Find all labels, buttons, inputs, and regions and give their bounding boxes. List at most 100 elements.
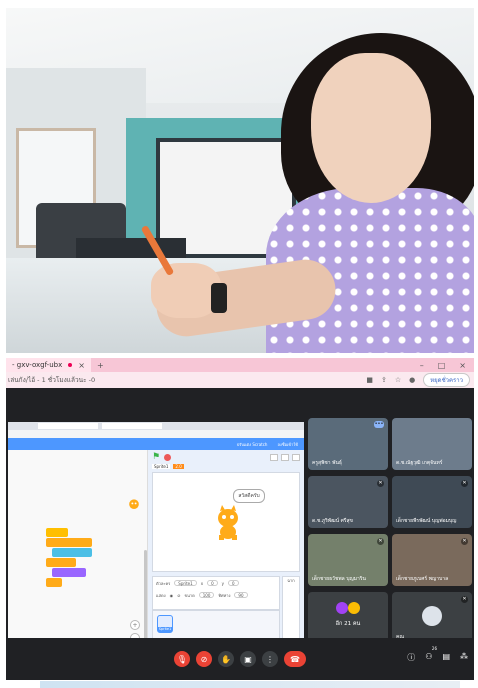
stage-controls: ⚑ xyxy=(148,450,304,464)
meet-screenshot: - gxv-oxgf-ubx × + – □ × เล่นกัง/ไอ้ - 1… xyxy=(6,358,474,680)
avatar xyxy=(422,606,442,626)
green-flag-icon[interactable]: ⚑ xyxy=(152,452,160,462)
camera-button[interactable]: ⊘ xyxy=(196,651,212,667)
sprite-thumb-name: Sprite1 xyxy=(158,627,172,632)
meet-control-bar: 🎙 ⊘ ✋ ▣ ⋮ ☎ ⓘ ⚇ ▤ ⁂ 26 xyxy=(6,638,474,680)
people-count-badge: 26 xyxy=(431,646,437,651)
mic-off-icon: ✕ xyxy=(461,480,468,487)
participant-name: เด็กชายพีรพัฒน์ บุญพ่อมบุญ xyxy=(396,518,457,524)
direction-label: ทิศทาง xyxy=(218,592,231,598)
present-button[interactable]: ▣ xyxy=(240,651,256,667)
participant-tile[interactable]: ✕ เด็กชายภูเบศร์ พญาบาล xyxy=(392,534,472,586)
code-block[interactable] xyxy=(46,528,68,537)
close-window-button[interactable]: × xyxy=(459,361,466,370)
sprite-field-label: ตัวละคร xyxy=(156,580,171,586)
mic-button[interactable]: 🎙 xyxy=(174,651,190,667)
sprite-info-panel: ตัวละคร Sprite1 x 0 y 0 แสดง ◉ ⊘ ขนาด 10… xyxy=(152,576,280,610)
show-visible-icon[interactable]: ◉ xyxy=(170,593,174,598)
taskbar-strip xyxy=(40,681,460,688)
more-options-button[interactable]: ⋮ xyxy=(262,651,278,667)
minimize-button[interactable]: – xyxy=(420,361,424,370)
direction-input[interactable]: 90 xyxy=(234,592,248,598)
tab-close-icon[interactable]: × xyxy=(78,361,85,370)
large-stage-button[interactable] xyxy=(281,453,289,461)
new-tab-button[interactable]: + xyxy=(97,361,104,370)
info-icon[interactable]: ⓘ xyxy=(407,652,415,663)
stage-view-buttons xyxy=(270,453,304,461)
avatar xyxy=(348,602,360,614)
participant-tile[interactable]: ✕ ด.ช.ภูริพัฒน์ ศรีสุข xyxy=(308,476,388,528)
sprite-name-input[interactable]: Sprite1 xyxy=(174,580,197,586)
participant-name: ด.ช.ภูริพัฒน์ ศรีสุข xyxy=(312,518,353,524)
shared-screen: ปรับแต่ง Scratch ลงชื่อเข้าใช้ + − xyxy=(8,422,304,670)
people-icon[interactable]: ⚇ xyxy=(425,652,432,663)
participant-name: ครูสุพิชา พันธุ์ xyxy=(312,460,342,466)
window-controls: – □ × xyxy=(420,361,474,370)
sprite-thumbnail[interactable]: Sprite1 xyxy=(157,615,173,633)
backdrop-label: ฉาก xyxy=(287,578,295,583)
mic-off-icon: ✕ xyxy=(461,538,468,545)
scratch-code-area[interactable]: + − = xyxy=(8,450,148,670)
share-icon[interactable]: ⇪ xyxy=(381,376,387,384)
participant-tile[interactable]: ••• ครูสุพิชา พันธุ์ xyxy=(308,418,388,470)
shared-browser-tabs xyxy=(8,422,304,430)
code-block[interactable] xyxy=(46,538,92,547)
stop-icon[interactable] xyxy=(164,453,172,461)
side-controls: ⓘ ⚇ ▤ ⁂ xyxy=(407,652,468,663)
y-label: y xyxy=(221,580,224,586)
participant-tile[interactable]: ✕ เด็กชายพีรพัฒน์ บุญพ่อมบุญ xyxy=(392,476,472,528)
code-block[interactable] xyxy=(46,558,76,567)
maximize-button[interactable]: □ xyxy=(438,361,446,370)
mic-off-icon: ✕ xyxy=(377,538,384,545)
y-input[interactable]: 0 xyxy=(228,580,239,586)
speech-bubble: สวัสดีครับ xyxy=(233,489,265,503)
small-stage-button[interactable] xyxy=(270,453,278,461)
stage-labels: Sprite1 2.0 xyxy=(152,464,184,469)
camera-icon[interactable]: ■ xyxy=(366,376,373,384)
show-hidden-icon[interactable]: ⊘ xyxy=(177,593,180,598)
end-call-button[interactable]: ☎ xyxy=(284,651,306,667)
shared-url-bar xyxy=(8,430,304,438)
size-label: ขนาด xyxy=(184,592,195,598)
scratch-header-link[interactable]: ลงชื่อเข้าใช้ xyxy=(277,441,298,448)
stage-tag: 2.0 xyxy=(173,464,184,469)
url-text[interactable]: เล่นกัง/ไอ้ - 1 ชั่วโมงแล้วนะ -0 xyxy=(8,375,95,385)
participant-tile[interactable]: ✕ เด็กชายธวัชพล บุญมาริน xyxy=(308,534,388,586)
mic-off-icon: ✕ xyxy=(377,480,384,487)
scratch-stage[interactable]: สวัสดีครับ xyxy=(152,472,300,572)
others-tile[interactable]: อีก 21 คน xyxy=(308,592,388,644)
pause-pill[interactable]: หยุดชั่วคราว xyxy=(423,373,470,387)
more-options-icon[interactable]: ••• xyxy=(374,421,384,428)
star-icon[interactable]: ☆ xyxy=(395,376,401,384)
show-label: แสดง xyxy=(156,592,166,598)
x-input[interactable]: 0 xyxy=(207,580,218,586)
scratch-menubar: ปรับแต่ง Scratch ลงชื่อเข้าใช้ xyxy=(8,438,304,450)
sprite-label: Sprite1 xyxy=(152,464,171,469)
tab-title: - gxv-oxgf-ubx xyxy=(12,361,63,369)
self-tile[interactable]: ✕ คุณ xyxy=(392,592,472,644)
scratch-header-link[interactable]: ปรับแต่ง Scratch xyxy=(237,441,268,448)
profile-icon[interactable]: ● xyxy=(409,376,415,384)
chat-icon[interactable]: ▤ xyxy=(442,652,450,663)
mic-off-icon: ✕ xyxy=(461,596,468,603)
participant-tile[interactable]: ด.ช.ณัฐวุฒิ เกตุจันทร์ xyxy=(392,418,472,470)
teacher-photo xyxy=(6,8,474,353)
toolbar-icons: ■ ⇪ ☆ ● หยุดชั่วคราว xyxy=(366,373,474,387)
browser-tab[interactable]: - gxv-oxgf-ubx × xyxy=(6,358,91,372)
browser-tabbar: - gxv-oxgf-ubx × + – □ × xyxy=(6,358,474,372)
collage: - gxv-oxgf-ubx × + – □ × เล่นกัง/ไอ้ - 1… xyxy=(0,0,478,688)
zoom-in-button[interactable]: + xyxy=(130,620,140,630)
scratch-cat-sprite-icon xyxy=(218,505,238,540)
shared-tab xyxy=(102,423,162,429)
raise-hand-button[interactable]: ✋ xyxy=(218,651,234,667)
code-block[interactable] xyxy=(52,568,86,577)
activities-icon[interactable]: ⁂ xyxy=(460,652,468,663)
size-input[interactable]: 100 xyxy=(198,592,215,598)
shared-tab xyxy=(38,423,98,429)
fullscreen-button[interactable] xyxy=(292,453,300,461)
meet-body: ปรับแต่ง Scratch ลงชื่อเข้าใช้ + − xyxy=(6,400,474,670)
recording-dot-icon xyxy=(68,363,73,367)
code-block[interactable] xyxy=(52,548,92,557)
participant-name: ด.ช.ณัฐวุฒิ เกตุจันทร์ xyxy=(396,460,443,466)
code-block[interactable] xyxy=(46,578,62,587)
